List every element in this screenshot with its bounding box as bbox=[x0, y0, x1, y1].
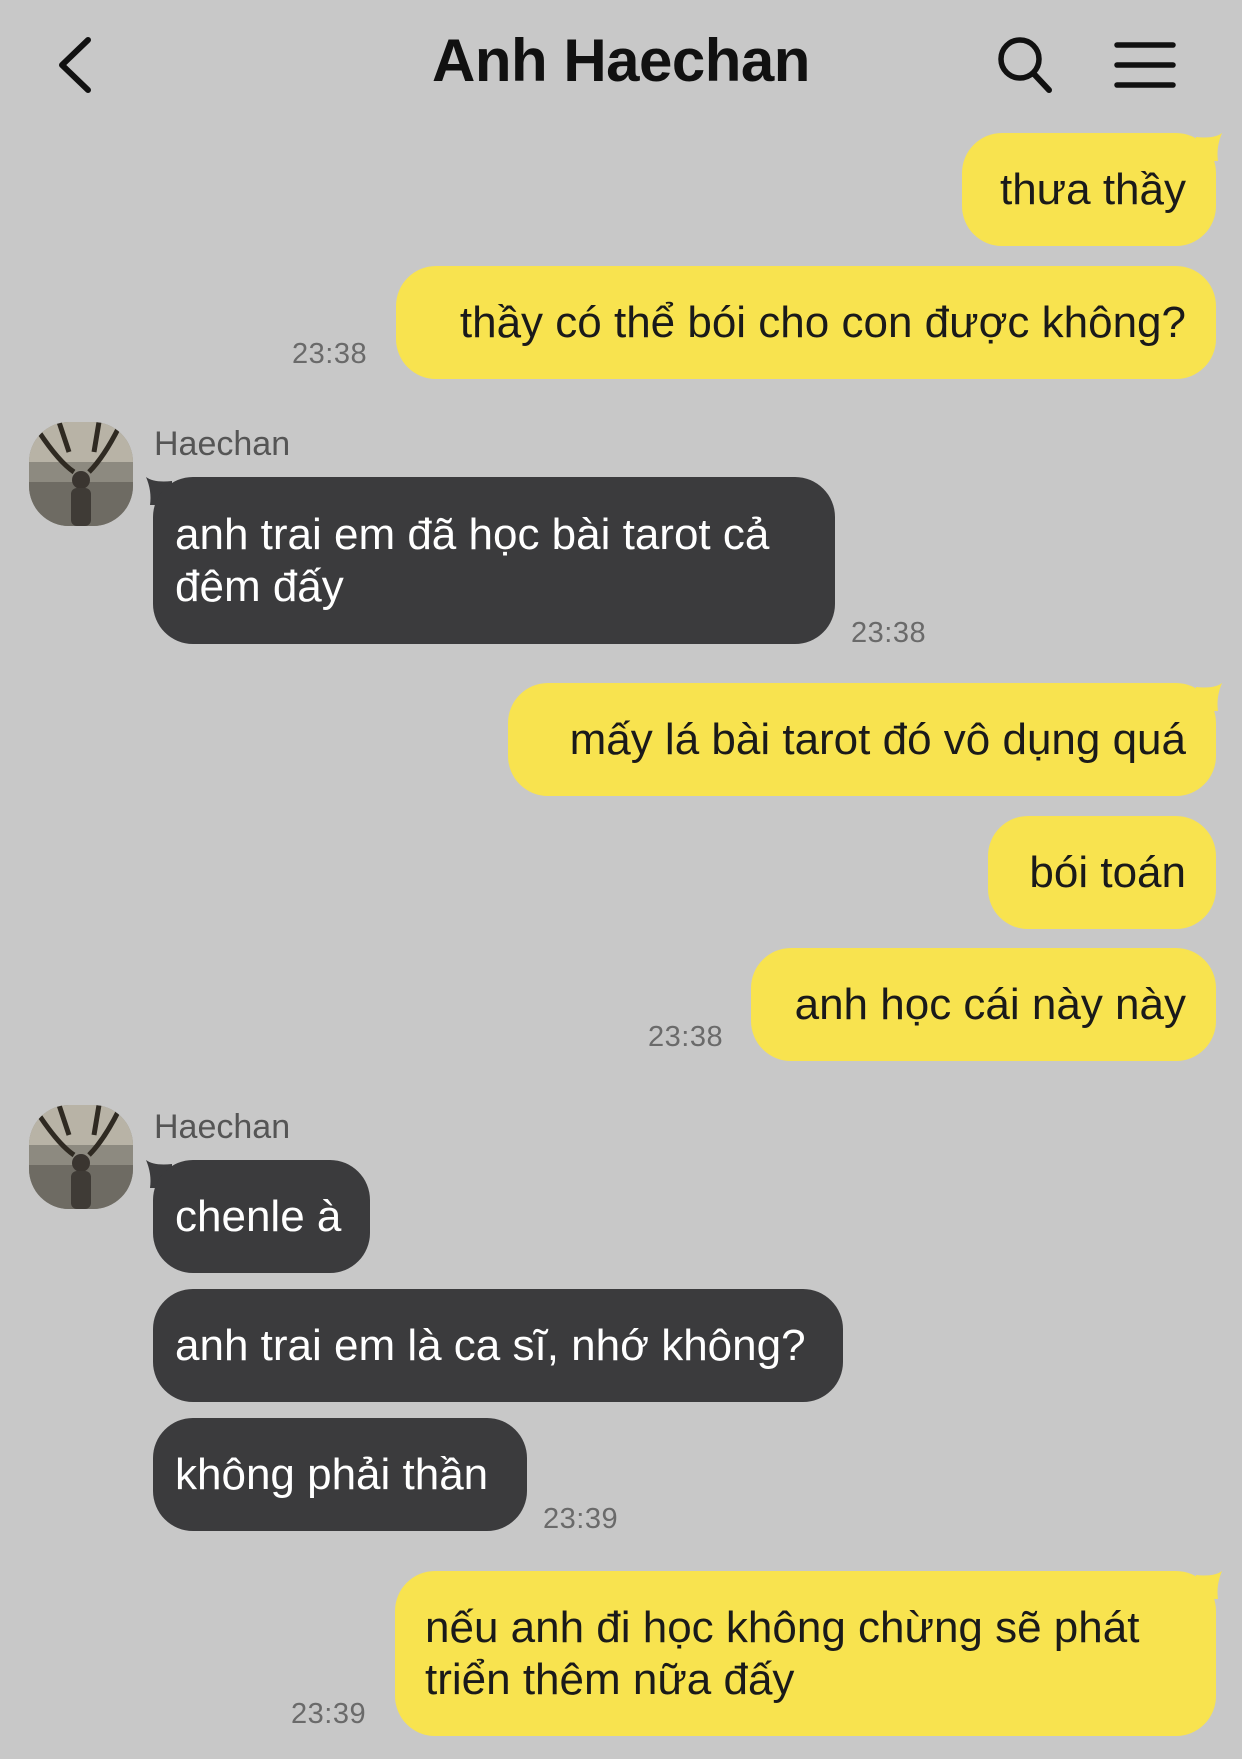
bubble-tail bbox=[1196, 133, 1222, 161]
message-timestamp: 23:38 bbox=[292, 338, 368, 370]
outgoing-message-bubble[interactable]: nếu anh đi học không chừng sẽ phát triển… bbox=[395, 1571, 1216, 1736]
search-button[interactable] bbox=[995, 34, 1055, 96]
outgoing-message-bubble[interactable]: bói toán bbox=[988, 816, 1216, 929]
outgoing-message-bubble[interactable]: mấy lá bài tarot đó vô dụng quá bbox=[508, 683, 1216, 796]
outgoing-message-bubble[interactable]: thưa thầy bbox=[962, 133, 1216, 246]
message-text: không phải thần bbox=[175, 1449, 489, 1499]
outgoing-message-bubble[interactable]: thầy có thể bói cho con được không? bbox=[396, 266, 1216, 379]
message-text: anh trai em đã học bài tarot cả đêm đấy bbox=[175, 509, 770, 611]
chat-header: Anh Haechan bbox=[0, 0, 1242, 130]
search-icon bbox=[998, 37, 1052, 93]
message-text: chenle à bbox=[175, 1191, 342, 1241]
incoming-message-bubble[interactable]: anh trai em là ca sĩ, nhớ không? bbox=[153, 1289, 843, 1402]
message-text: nếu anh đi học không chừng sẽ phát triển… bbox=[425, 1602, 1140, 1704]
message-text: anh học cái này này bbox=[794, 979, 1186, 1029]
message-text: thưa thầy bbox=[999, 164, 1186, 214]
hamburger-menu-icon bbox=[1114, 42, 1176, 88]
message-text: bói toán bbox=[1029, 847, 1186, 897]
outgoing-message-bubble[interactable]: anh học cái này này bbox=[751, 948, 1216, 1061]
incoming-message-bubble[interactable]: chenle à bbox=[153, 1160, 370, 1273]
sender-name: Haechan bbox=[154, 1108, 291, 1146]
message-text: anh trai em là ca sĩ, nhớ không? bbox=[175, 1320, 806, 1370]
sender-name: Haechan bbox=[154, 425, 291, 463]
message-timestamp: 23:39 bbox=[543, 1503, 619, 1535]
avatar-photo-icon bbox=[29, 1105, 133, 1209]
message-text: mấy lá bài tarot đó vô dụng quá bbox=[569, 714, 1186, 764]
bubble-tail bbox=[1196, 1571, 1222, 1599]
message-timestamp: 23:38 bbox=[648, 1021, 724, 1053]
incoming-message-bubble[interactable]: anh trai em đã học bài tarot cả đêm đấy bbox=[153, 477, 835, 644]
menu-button[interactable] bbox=[1114, 40, 1176, 90]
page-title: Anh Haechan bbox=[432, 27, 810, 94]
avatar[interactable] bbox=[29, 1105, 133, 1209]
bubble-tail bbox=[1196, 683, 1222, 711]
message-timestamp: 23:38 bbox=[851, 617, 927, 649]
incoming-message-bubble[interactable]: không phải thần bbox=[153, 1418, 527, 1531]
message-timestamp: 23:39 bbox=[291, 1698, 367, 1730]
message-text: thầy có thể bói cho con được không? bbox=[459, 297, 1186, 347]
avatar-photo-icon bbox=[29, 422, 133, 526]
avatar[interactable] bbox=[29, 422, 133, 526]
